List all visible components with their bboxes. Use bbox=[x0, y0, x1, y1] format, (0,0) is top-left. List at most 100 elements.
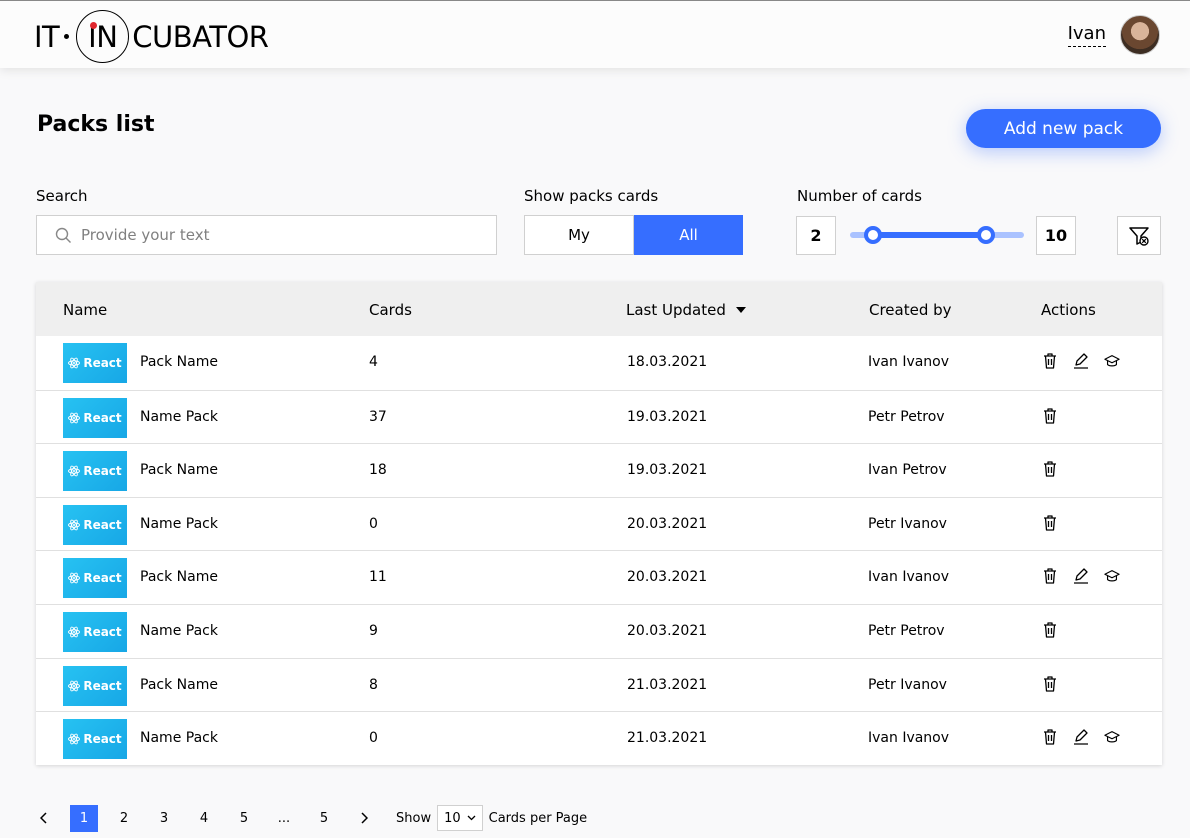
thumb-label: React bbox=[83, 571, 122, 586]
logo[interactable]: IT IN CUBATOR bbox=[34, 9, 269, 64]
show-packs-label: Show packs cards bbox=[524, 187, 659, 205]
edit-action-button[interactable] bbox=[1073, 352, 1089, 370]
delete-action-button[interactable] bbox=[1042, 675, 1058, 693]
page-button[interactable]: 5 bbox=[230, 805, 258, 832]
search-label: Search bbox=[36, 187, 88, 205]
last-updated: 18.03.2021 bbox=[627, 354, 708, 370]
page-button[interactable]: 2 bbox=[110, 805, 138, 832]
created-by: Petr Ivanov bbox=[868, 515, 947, 532]
delete-action-button[interactable] bbox=[1042, 514, 1058, 532]
react-logo-icon bbox=[68, 626, 81, 638]
graduation-cap-icon bbox=[1104, 352, 1120, 370]
learn-action-button[interactable] bbox=[1104, 567, 1120, 585]
cards-range-slider[interactable] bbox=[850, 226, 1024, 244]
pencil-icon bbox=[1073, 728, 1089, 746]
clear-filter-button[interactable] bbox=[1117, 216, 1161, 255]
pack-thumbnail: React bbox=[63, 343, 127, 383]
header-name[interactable]: Name bbox=[63, 301, 107, 319]
pack-name[interactable]: Pack Name bbox=[140, 462, 218, 478]
header-cards[interactable]: Cards bbox=[369, 301, 412, 319]
edit-action-button[interactable] bbox=[1073, 567, 1089, 585]
search-field[interactable] bbox=[36, 215, 497, 255]
pack-name[interactable]: Name Pack bbox=[140, 623, 218, 639]
add-new-pack-button[interactable]: Add new pack bbox=[966, 109, 1161, 148]
slider-min-handle[interactable] bbox=[863, 226, 882, 244]
react-logo-icon bbox=[68, 412, 81, 423]
header-last-updated[interactable]: Last Updated bbox=[626, 301, 747, 319]
learn-action-button[interactable] bbox=[1104, 352, 1120, 370]
pack-name[interactable]: Name Pack bbox=[140, 409, 218, 425]
row-actions bbox=[1042, 675, 1058, 693]
pack-name[interactable]: Pack Name bbox=[140, 569, 218, 585]
search-input[interactable] bbox=[81, 226, 461, 244]
react-logo-icon bbox=[68, 573, 81, 584]
delete-action-button[interactable] bbox=[1042, 460, 1058, 478]
min-cards-value[interactable]: 2 bbox=[796, 216, 836, 255]
page-button[interactable]: 5 bbox=[310, 805, 338, 832]
toggle-my[interactable]: My bbox=[524, 215, 634, 255]
edit-action-button[interactable] bbox=[1073, 728, 1089, 746]
delete-action-button[interactable] bbox=[1042, 567, 1058, 585]
max-cards-value[interactable]: 10 bbox=[1036, 216, 1076, 255]
pack-thumbnail: React bbox=[63, 665, 127, 706]
next-page-button[interactable] bbox=[350, 805, 378, 832]
table-row: React Pack Name 4 18.03.2021 Ivan Ivanov bbox=[36, 336, 1162, 390]
trash-icon bbox=[1042, 621, 1058, 639]
trash-icon bbox=[1042, 352, 1058, 370]
cards-count: 9 bbox=[369, 622, 378, 639]
logo-circle: IN bbox=[76, 10, 130, 63]
avatar[interactable] bbox=[1120, 15, 1160, 55]
delete-action-button[interactable] bbox=[1042, 621, 1058, 639]
cards-count: 37 bbox=[369, 408, 387, 425]
last-updated: 20.03.2021 bbox=[627, 515, 708, 532]
filter-icon bbox=[1129, 226, 1149, 246]
created-by: Petr Petrov bbox=[868, 622, 945, 639]
slider-range bbox=[872, 232, 986, 238]
created-by: Ivan Ivanov bbox=[868, 730, 950, 747]
pack-name[interactable]: Pack Name bbox=[140, 354, 218, 370]
delete-action-button[interactable] bbox=[1042, 728, 1058, 746]
pack-thumbnail: React bbox=[63, 397, 127, 438]
page-button[interactable]: 4 bbox=[190, 805, 218, 832]
table-row: React Pack Name 8 21.03.2021 Petr Ivanov bbox=[36, 657, 1162, 712]
cards-count: 18 bbox=[369, 462, 387, 479]
trash-icon bbox=[1042, 514, 1058, 532]
chevron-down-icon bbox=[467, 815, 476, 821]
pack-name[interactable]: Name Pack bbox=[140, 516, 218, 532]
react-logo-icon bbox=[68, 357, 81, 369]
logo-text-right: CUBATOR bbox=[132, 19, 269, 54]
table-header: Name Cards Last Updated Created by Actio… bbox=[36, 282, 1162, 336]
header-created-by[interactable]: Created by bbox=[869, 301, 952, 319]
last-updated: 20.03.2021 bbox=[627, 569, 708, 586]
trash-icon bbox=[1042, 460, 1058, 478]
thumb-label: React bbox=[83, 732, 122, 747]
last-updated: 21.03.2021 bbox=[627, 730, 708, 747]
toggle-all[interactable]: All bbox=[634, 215, 743, 255]
row-actions bbox=[1042, 460, 1058, 478]
pack-thumbnail: React bbox=[63, 719, 127, 760]
user-name[interactable]: Ivan bbox=[1067, 23, 1106, 47]
pack-name[interactable]: Name Pack bbox=[140, 730, 218, 746]
per-page-select[interactable]: 10 bbox=[437, 805, 483, 831]
header-last-updated-label: Last Updated bbox=[626, 301, 726, 319]
react-logo-icon bbox=[68, 680, 81, 691]
packs-table: Name Cards Last Updated Created by Actio… bbox=[36, 282, 1162, 765]
prev-page-button[interactable] bbox=[30, 805, 58, 832]
delete-action-button[interactable] bbox=[1042, 352, 1058, 370]
pack-name[interactable]: Pack Name bbox=[140, 677, 218, 693]
cards-count: 0 bbox=[369, 730, 378, 747]
row-actions bbox=[1042, 567, 1120, 585]
pack-thumbnail: React bbox=[63, 558, 127, 599]
created-by: Ivan Ivanov bbox=[868, 569, 950, 586]
delete-action-button[interactable] bbox=[1042, 407, 1058, 425]
user-menu[interactable]: Ivan bbox=[1067, 15, 1160, 55]
table-row: React Name Pack 0 21.03.2021 Ivan Ivanov bbox=[36, 711, 1162, 765]
pagination: 1 2 3 4 5... 5 Show 10 Cards per Page bbox=[30, 804, 587, 832]
table-row: React Name Pack 37 19.03.2021 Petr Petro… bbox=[36, 389, 1162, 444]
slider-max-handle[interactable] bbox=[976, 226, 995, 244]
sort-desc-icon bbox=[735, 307, 746, 313]
page-button[interactable]: 1 bbox=[70, 804, 98, 832]
page-button[interactable]: 3 bbox=[150, 805, 178, 832]
learn-action-button[interactable] bbox=[1104, 728, 1120, 746]
react-logo-icon bbox=[68, 733, 81, 745]
